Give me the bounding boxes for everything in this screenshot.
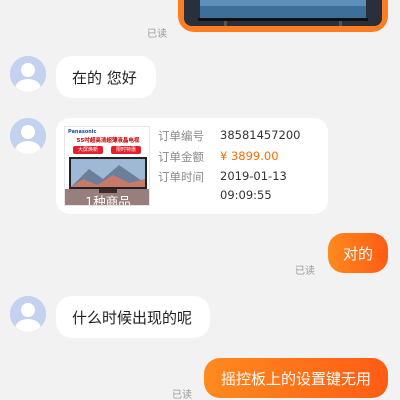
tv-product-icon — [69, 157, 147, 193]
order-time-label: 订单时间 — [158, 170, 204, 184]
product-count: 1种商品 — [85, 194, 131, 206]
avatar[interactable] — [10, 296, 46, 332]
shared-tv-image — [184, 0, 382, 26]
message-bubble[interactable]: 在的 您好 — [56, 56, 156, 98]
default-user-avatar-icon — [10, 56, 46, 92]
order-date-value: 2019-01-13 — [220, 169, 287, 183]
message-bubble-self[interactable]: 摇控板上的设置键无用 — [204, 358, 388, 398]
read-receipt: 已读 — [172, 390, 192, 400]
avatar[interactable] — [10, 56, 46, 92]
tv-picture-icon — [184, 0, 382, 26]
order-time-value: 09:09:55 — [220, 188, 272, 202]
message-text: 在的 您好 — [72, 68, 137, 87]
product-thumbnail[interactable]: Panasonic 55吋超高清超薄液晶电视 大屏焕新 限时特惠 1种商品 — [64, 126, 150, 206]
promo-tag: 限时特惠 — [111, 146, 141, 154]
shared-image-bubble[interactable] — [178, 0, 388, 32]
order-amount-value: ¥ 3899.00 — [220, 149, 279, 163]
product-brand: Panasonic — [68, 129, 97, 135]
message-text: 对的 — [342, 244, 373, 263]
message-text: 摇控板上的设置键无用 — [220, 369, 371, 388]
order-number-label: 订单编号 — [158, 129, 204, 143]
read-receipt: 已读 — [147, 29, 167, 40]
avatar[interactable] — [10, 118, 46, 154]
message-bubble[interactable]: 什么时候出现的呢 — [56, 296, 210, 338]
message-bubble-self[interactable]: 对的 — [328, 233, 388, 273]
promo-tag: 大屏焕新 — [73, 146, 103, 154]
product-title: 55吋超高清超薄液晶电视 — [76, 138, 140, 144]
order-amount-label: 订单金额 — [158, 150, 204, 164]
order-card[interactable]: Panasonic 55吋超高清超薄液晶电视 大屏焕新 限时特惠 1种商品 订单… — [56, 118, 328, 214]
message-text: 什么时候出现的呢 — [72, 308, 193, 327]
order-number-value: 38581457200 — [220, 128, 301, 142]
default-user-avatar-icon — [10, 296, 46, 332]
default-user-avatar-icon — [10, 118, 46, 154]
read-receipt: 已读 — [295, 266, 315, 277]
